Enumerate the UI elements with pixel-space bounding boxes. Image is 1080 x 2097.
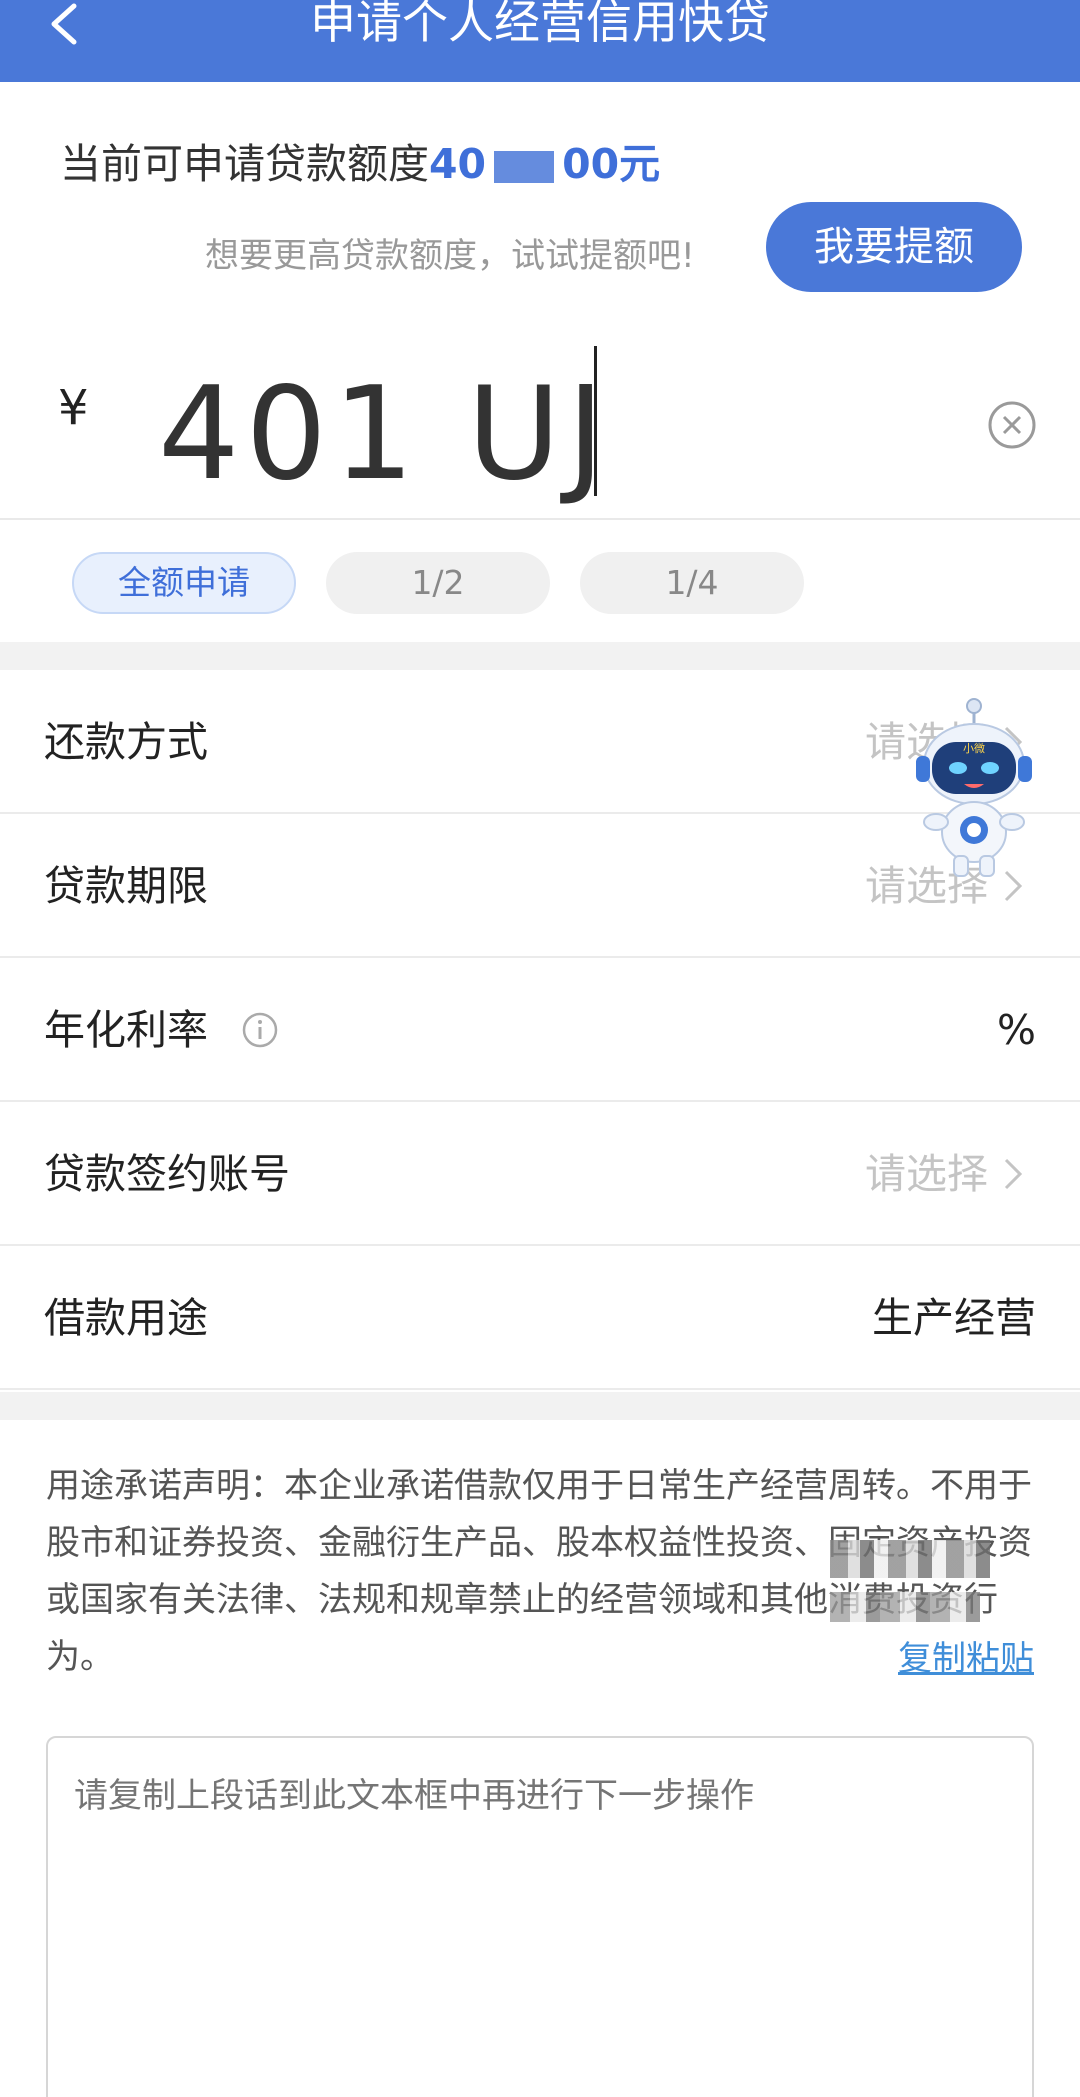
raise-limit-hint: 想要更高贷款额度，试试提额吧! — [205, 236, 695, 276]
repayment-method-label: 还款方式 — [44, 718, 208, 766]
assistant-robot-icon[interactable]: 小微 — [912, 694, 1036, 878]
quota-amount-start: 40 — [429, 140, 487, 188]
signing-account-row[interactable]: 贷款签约账号 请选择 — [0, 1102, 1080, 1246]
page-title: 申请个人经营信用快贷 — [310, 0, 770, 49]
loan-purpose-value: 生产经营 — [872, 1294, 1036, 1342]
chip-quarter[interactable]: 1/4 — [580, 552, 804, 614]
annual-rate-value: % — [997, 1006, 1036, 1054]
loan-amount-input[interactable]: ¥ 401 UJ — [0, 330, 1080, 520]
loan-application-page: 申请个人经营信用快贷 当前可申请贷款额度40 00元 想要更高贷款额度，试试提额吧… — [0, 0, 1080, 2097]
signing-account-value: 请选择 — [865, 1150, 988, 1198]
signing-account-select[interactable]: 请选择 — [865, 1102, 1026, 1246]
loan-term-label: 贷款期限 — [44, 862, 208, 910]
loan-purpose-row: 借款用途 生产经营 — [0, 1246, 1080, 1390]
section-divider — [0, 642, 1080, 670]
currency-symbol: ¥ — [58, 380, 89, 436]
copy-paste-link[interactable]: 复制粘贴 — [898, 1631, 1034, 1680]
chevron-right-icon — [1004, 1158, 1023, 1190]
redaction-mask — [830, 1540, 990, 1578]
quota-amount-end: 00元 — [562, 140, 661, 188]
signing-account-label: 贷款签约账号 — [44, 1150, 290, 1198]
mascot-label: 小微 — [963, 741, 985, 755]
app-header: 申请个人经营信用快贷 — [0, 0, 1080, 82]
loan-purpose-label: 借款用途 — [44, 1294, 208, 1342]
commitment-textarea[interactable] — [46, 1736, 1034, 2097]
info-icon[interactable] — [242, 1012, 278, 1048]
chip-half[interactable]: 1/2 — [326, 552, 550, 614]
redaction-mask — [494, 151, 555, 183]
amount-ratio-chips: 全额申请 1/2 1/4 — [72, 552, 804, 614]
quota-label: 当前可申请贷款额度 — [60, 140, 429, 188]
clear-icon[interactable] — [987, 400, 1037, 450]
annual-rate-row: 年化利率 % — [0, 958, 1080, 1102]
available-quota: 当前可申请贷款额度40 00元 — [60, 130, 660, 190]
text-cursor — [594, 346, 597, 496]
loan-amount-value[interactable]: 401 UJ — [158, 360, 610, 509]
annual-rate-label: 年化利率 — [44, 1006, 208, 1054]
section-divider — [0, 1392, 1080, 1420]
raise-limit-button[interactable]: 我要提额 — [766, 202, 1022, 292]
chip-full-amount[interactable]: 全额申请 — [72, 552, 296, 614]
redaction-mask — [830, 1592, 980, 1622]
